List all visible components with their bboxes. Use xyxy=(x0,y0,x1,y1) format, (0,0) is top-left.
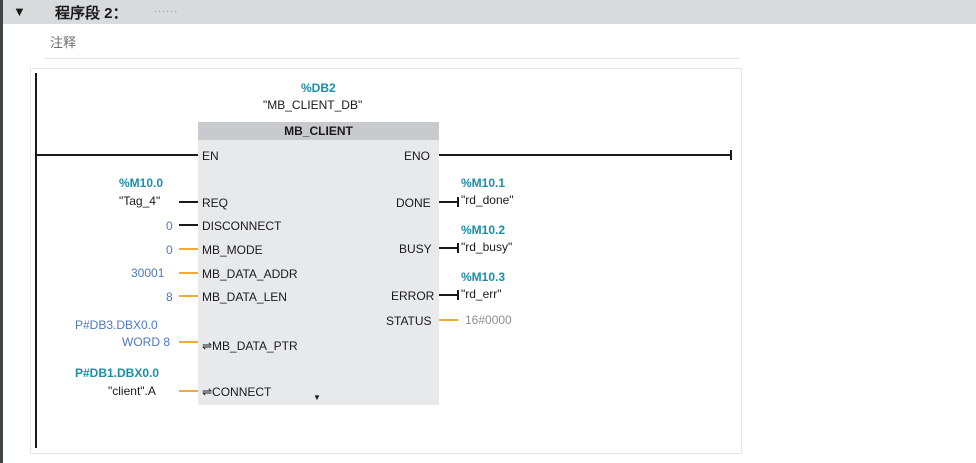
connect-operand-address[interactable]: P#DB1.DBX0.0 xyxy=(75,366,159,380)
mb-data-len-operand[interactable]: 8 xyxy=(166,290,173,304)
disconnect-operand[interactable]: 0 xyxy=(166,219,173,233)
error-operand-tag[interactable]: "rd_err" xyxy=(461,287,502,301)
pin-eno: ENO xyxy=(404,149,431,163)
pin-req: REQ xyxy=(202,196,229,210)
req-operand-address[interactable]: %M10.0 xyxy=(119,176,163,190)
pin-mb-mode: MB_MODE xyxy=(202,243,263,257)
busy-operand-address[interactable]: %M10.2 xyxy=(461,223,505,237)
mb-data-ptr-operand-line1[interactable]: P#DB3.DBX0.0 xyxy=(75,318,158,332)
mb-mode-operand[interactable]: 0 xyxy=(166,243,173,257)
done-operand-address[interactable]: %M10.1 xyxy=(461,176,505,190)
instance-db-address[interactable]: %DB2 xyxy=(301,81,336,95)
pin-busy: BUSY xyxy=(399,242,432,256)
pin-done: DONE xyxy=(396,196,431,210)
req-operand-tag[interactable]: "Tag_4" xyxy=(119,194,160,208)
pin-en: EN xyxy=(202,149,219,163)
mb-data-addr-operand[interactable]: 30001 xyxy=(131,266,164,280)
pin-mb-data-len: MB_DATA_LEN xyxy=(202,290,287,304)
expand-block-chevron-icon[interactable]: ▼ xyxy=(313,391,321,405)
done-operand-tag[interactable]: "rd_done" xyxy=(461,193,514,207)
pin-connect: ⇌CONNECT xyxy=(202,385,272,399)
mb-data-ptr-operand-line2[interactable]: WORD 8 xyxy=(122,335,170,349)
pin-error: ERROR xyxy=(391,289,435,303)
pin-disconnect: DISCONNECT xyxy=(202,219,282,233)
error-operand-address[interactable]: %M10.3 xyxy=(461,270,505,284)
pin-mb-data-ptr: ⇌MB_DATA_PTR xyxy=(202,339,298,353)
block-type-header[interactable]: MB_CLIENT xyxy=(198,122,439,140)
instance-db-name[interactable]: "MB_CLIENT_DB" xyxy=(263,98,362,112)
pin-status: STATUS xyxy=(386,314,432,328)
block-type-name: MB_CLIENT xyxy=(284,124,353,138)
mb-client-block[interactable] xyxy=(198,122,439,405)
status-operand[interactable]: 16#0000 xyxy=(465,313,512,327)
pin-mb-data-addr: MB_DATA_ADDR xyxy=(202,267,298,281)
busy-operand-tag[interactable]: "rd_busy" xyxy=(461,240,512,254)
connect-operand-tag[interactable]: "client".A xyxy=(108,384,156,398)
